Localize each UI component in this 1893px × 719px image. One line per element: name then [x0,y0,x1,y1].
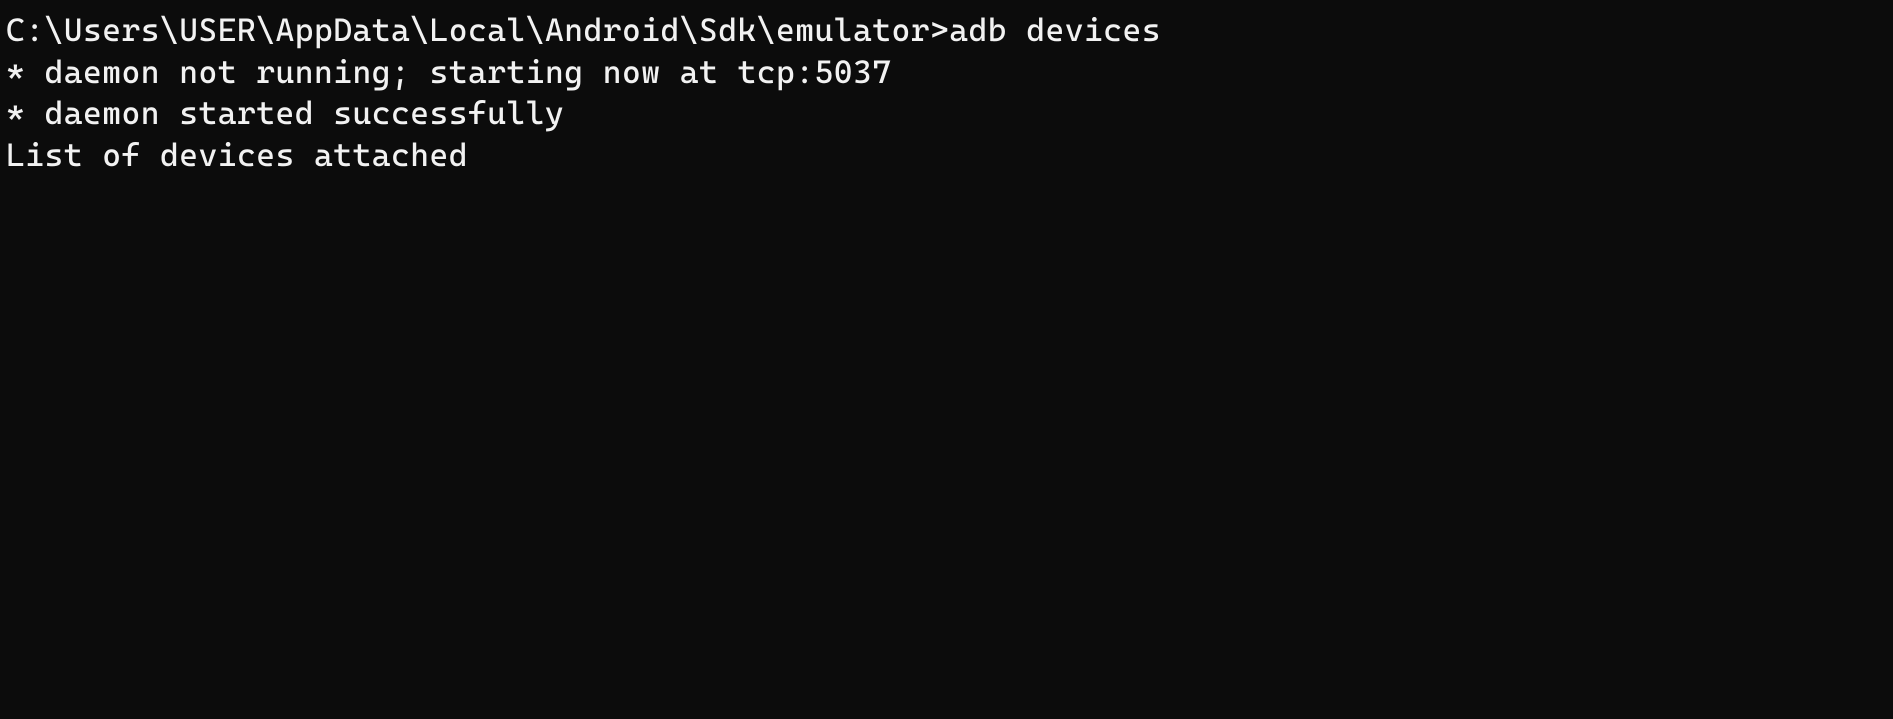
output-line: List of devices attached [6,135,1887,177]
command-line: C:\Users\USER\AppData\Local\Android\Sdk\… [6,11,1161,49]
output-line: * daemon not running; starting now at tc… [6,52,1887,94]
output-line: * daemon started successfully [6,93,1887,135]
terminal-window[interactable]: C:\Users\USER\AppData\Local\Android\Sdk\… [6,10,1887,176]
typed-command: adb devices [949,11,1161,49]
prompt-path: C:\Users\USER\AppData\Local\Android\Sdk\… [6,11,949,49]
